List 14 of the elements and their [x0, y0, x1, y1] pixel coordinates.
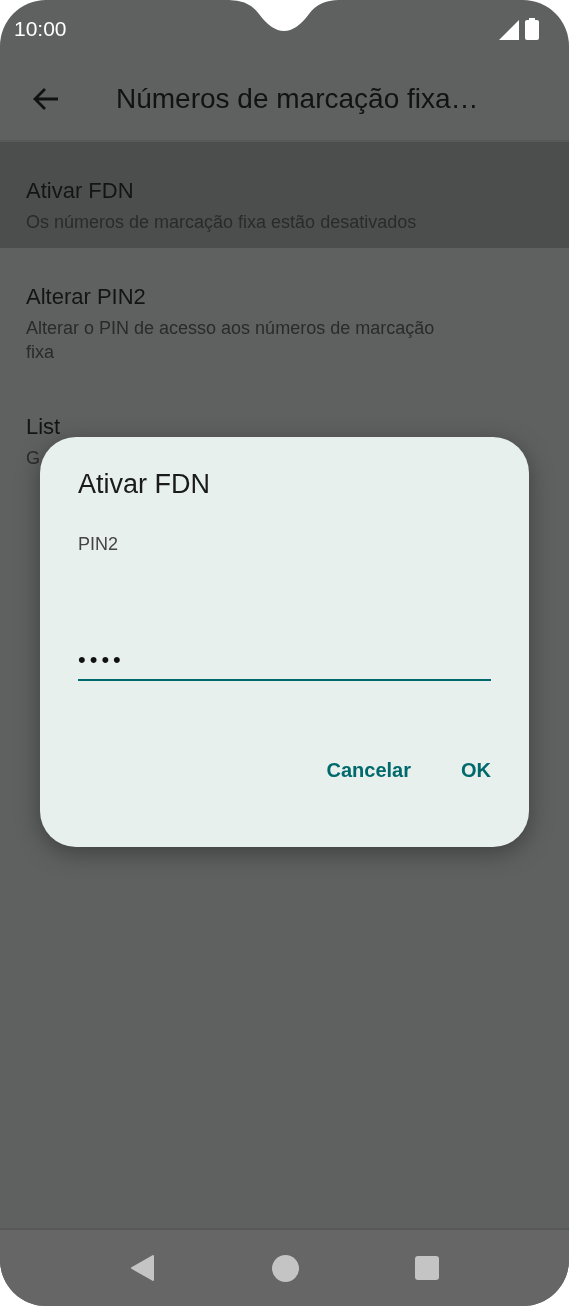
home-nav-icon[interactable] — [272, 1254, 299, 1282]
field-label: PIN2 — [78, 534, 120, 555]
battery-icon — [525, 18, 539, 40]
status-time: 10:00 — [14, 17, 67, 41]
dialog-button[interactable]: OK — [447, 751, 505, 790]
pin-field[interactable]: •••• — [78, 647, 491, 681]
item-title: List — [26, 414, 61, 440]
back-nav-icon[interactable] — [130, 1254, 156, 1282]
dialog-button[interactable]: Cancelar — [312, 751, 425, 790]
item-title: Ativar FDN — [26, 178, 134, 204]
screen-title: Números de marcação fixa… — [116, 83, 479, 115]
item-title: Alterar PIN2 — [26, 284, 146, 310]
signal-icon — [499, 20, 519, 40]
back-arrow-icon[interactable] — [32, 87, 60, 111]
